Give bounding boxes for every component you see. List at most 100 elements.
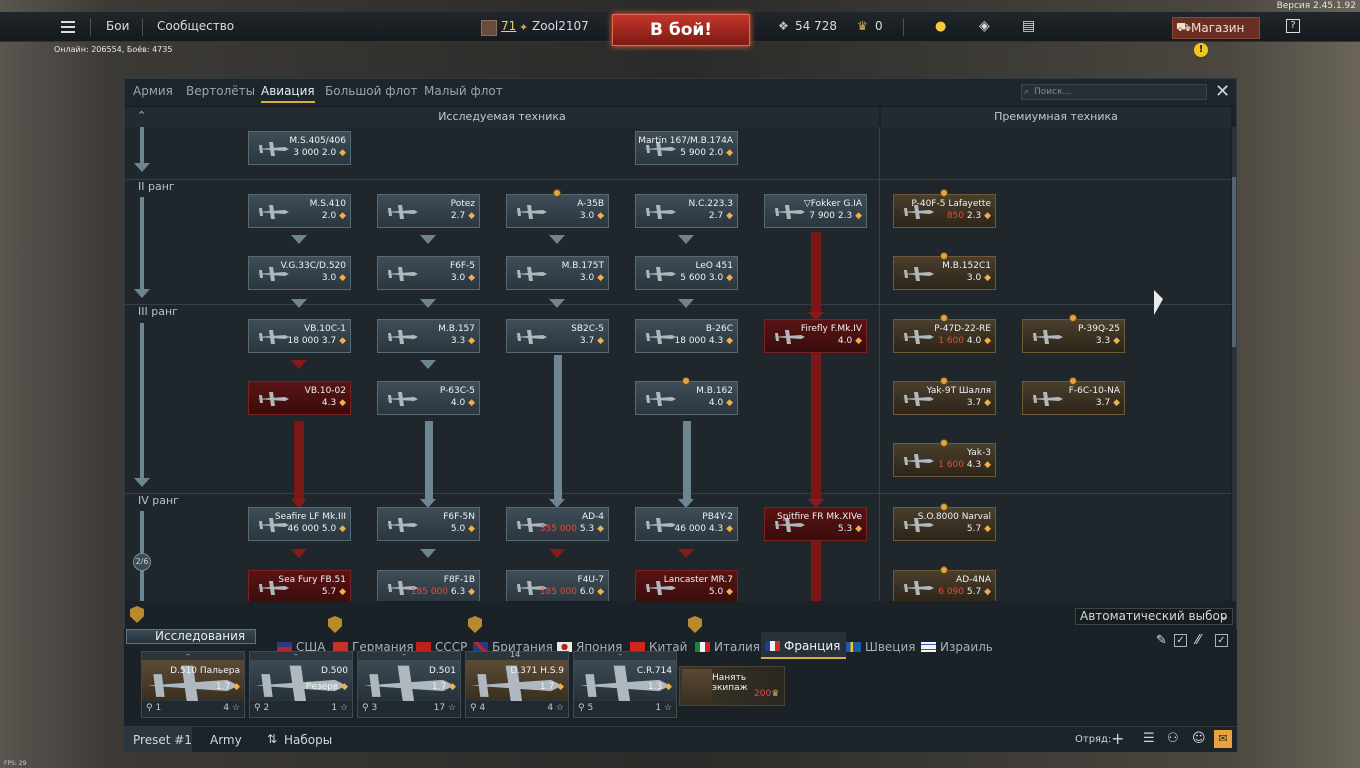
preset-army[interactable]: Army: [210, 733, 242, 747]
vehicle-card[interactable]: F4U-7 185 000 6.0 ◆: [506, 570, 609, 601]
collapse-all-icon[interactable]: ⌃: [137, 109, 146, 122]
vehicle-card[interactable]: Yak-3 1 600 4.3 ◆: [893, 443, 996, 477]
rank-4-label[interactable]: IV ранг: [138, 494, 179, 507]
crew-slot-3[interactable]: – D.501 1.7 ◆ ⚲ 3 17 ☆: [357, 650, 461, 718]
help-icon[interactable]: ?: [1286, 19, 1300, 33]
crew-slot-4[interactable]: 14 D.371 H.S.9 1.7 ◆ ⚲ 4 4 ☆: [465, 650, 569, 718]
wrench-icon[interactable]: ✎: [1156, 633, 1167, 648]
ammo-checkbox[interactable]: ✓: [1215, 634, 1228, 647]
vehicle-card[interactable]: ▽Fokker G.IA 7 900 2.3 ◆: [764, 194, 867, 228]
vehicle-card[interactable]: Firefly F.Mk.IV 4.0 ◆: [764, 319, 867, 353]
menu-icon[interactable]: [61, 21, 75, 33]
vehicle-name: PB4Y-2: [702, 512, 733, 522]
crew-number: ⚲ 1: [146, 703, 162, 713]
battle-rating: 4.3: [966, 460, 982, 470]
nation-israel[interactable]: Израиль: [921, 640, 993, 654]
crew-skill: 4 ☆: [223, 703, 240, 713]
nation-italy[interactable]: Италия: [695, 640, 760, 654]
vehicle-card[interactable]: F6F-5N 5.0 ◆: [377, 507, 480, 541]
research-toggle[interactable]: Исследования: [126, 629, 256, 644]
rank-diamond-icon: ◆: [855, 524, 862, 534]
tab-army[interactable]: Армия: [133, 84, 173, 98]
vehicle-card[interactable]: SB2C-5 3.7 ◆: [506, 319, 609, 353]
search-input[interactable]: ⌕ Поиск...: [1021, 84, 1207, 100]
lightbulb-icon[interactable]: ●: [935, 19, 946, 34]
vehicle-name: M.B.162: [696, 386, 733, 396]
slot-top-indicator: –: [186, 650, 190, 659]
vehicle-name: VB.10-02: [304, 386, 346, 396]
vehicle-card[interactable]: Sea Fury FB.51 5.7 ◆: [248, 570, 351, 601]
ammo-icon[interactable]: ⁄⁄: [1196, 633, 1200, 648]
vehicle-cost: 3 000: [293, 148, 319, 158]
plane-icon: [644, 267, 676, 281]
vehicle-card[interactable]: P-39Q-25 3.3 ◆: [1022, 319, 1125, 353]
sets-button[interactable]: Наборы: [284, 733, 332, 747]
nation-sweden[interactable]: Швеция: [846, 640, 915, 654]
tab-bluewater-fleet[interactable]: Большой флот: [325, 84, 418, 98]
vehicle-info: 46 000 5.0 ◆: [288, 524, 347, 534]
vehicle-card[interactable]: Seafire LF Mk.III 46 000 5.0 ◆: [248, 507, 351, 541]
list-icon[interactable]: ☰: [1143, 731, 1155, 746]
vehicle-card[interactable]: M.B.175T 3.0 ◆: [506, 256, 609, 290]
mail-icon[interactable]: ✉: [1214, 730, 1232, 748]
hire-crew-slot[interactable]: Нанять экипаж 200♛: [679, 666, 785, 706]
rank-3-label[interactable]: III ранг: [138, 305, 178, 318]
vehicle-card[interactable]: M.B.152C1 3.0 ◆: [893, 256, 996, 290]
chat-icon[interactable]: ☺: [1192, 731, 1206, 746]
vehicle-card[interactable]: Lancaster MR.7 5.0 ◆: [635, 570, 738, 601]
vehicle-card[interactable]: P-40F-5 Lafayette 850 2.3 ◆: [893, 194, 996, 228]
sort-icon[interactable]: ⇅: [267, 732, 277, 746]
vehicle-card[interactable]: AD-4NA 6 090 5.7 ◆: [893, 570, 996, 601]
vehicle-card[interactable]: Potez 2.7 ◆: [377, 194, 480, 228]
avatar[interactable]: [481, 20, 497, 36]
preset-1[interactable]: Preset #1: [133, 733, 192, 747]
vehicle-card[interactable]: Yak-9T Шалля 3.7 ◆: [893, 381, 996, 415]
battles-menu[interactable]: Бои: [106, 19, 129, 33]
crew-slot-1[interactable]: – D.510 Пальера 1.7 ◆ ⚲ 1 4 ☆: [141, 650, 245, 718]
tab-helicopters[interactable]: Вертолёты: [186, 84, 255, 98]
vehicle-card[interactable]: B-26C 18 000 4.3 ◆: [635, 319, 738, 353]
vehicle-card[interactable]: PB4Y-2 46 000 4.3 ◆: [635, 507, 738, 541]
vehicle-card[interactable]: V.G.33C/D.520 3.0 ◆: [248, 256, 351, 290]
nation-france[interactable]: Франция: [761, 632, 847, 659]
add-squad-icon[interactable]: +: [1111, 729, 1124, 748]
vehicle-card[interactable]: P-47D-22-RE 1 600 4.0 ◆: [893, 319, 996, 353]
player-nickname[interactable]: Zool2107: [532, 19, 589, 33]
vehicle-card[interactable]: Martin 167/M.B.174A 5 900 2.0 ◆: [635, 131, 738, 165]
rank-diamond-icon: ◆: [468, 273, 475, 283]
vehicle-name: P-47D-22-RE: [934, 324, 991, 334]
vehicle-card[interactable]: VB.10-02 4.3 ◆: [248, 381, 351, 415]
vehicle-card[interactable]: M.B.162 4.0 ◆: [635, 381, 738, 415]
diamond-icon[interactable]: ◈: [979, 18, 990, 34]
crew-slot-5[interactable]: – C.R.714 1.3 ◆ ⚲ 5 1 ☆: [573, 650, 677, 718]
vehicle-card[interactable]: VB.10C-1 18 000 3.7 ◆: [248, 319, 351, 353]
vehicle-card[interactable]: M.S.410 2.0 ◆: [248, 194, 351, 228]
friends-icon[interactable]: ⚇: [1167, 731, 1179, 746]
vehicle-card[interactable]: A-35B 3.0 ◆: [506, 194, 609, 228]
vehicle-card[interactable]: S.O.8000 Narval 5.7 ◆: [893, 507, 996, 541]
tab-coastal-fleet[interactable]: Малый флот: [424, 84, 503, 98]
battle-rating: 4.0: [837, 336, 853, 346]
crew-slot-2[interactable]: – D.500 Резерв ◆ ⚲ 2 1 ☆: [249, 650, 353, 718]
coupon-icon[interactable]: ▤: [1022, 18, 1035, 34]
vehicle-card[interactable]: M.S.405/406 3 000 2.0 ◆: [248, 131, 351, 165]
vehicle-card[interactable]: F6F-5 3.0 ◆: [377, 256, 480, 290]
vehicle-card[interactable]: LeO 451 5 600 3.0 ◆: [635, 256, 738, 290]
scrollbar[interactable]: [1232, 127, 1236, 601]
tab-aviation[interactable]: Авиация: [261, 84, 315, 103]
community-menu[interactable]: Сообщество: [157, 19, 234, 33]
to-battle-button[interactable]: В бой!: [612, 14, 750, 46]
vehicle-card[interactable]: Spitfire FR Mk.XIVe 5.3 ◆: [764, 507, 867, 541]
shop-button[interactable]: ⛟ Магазин!: [1172, 17, 1260, 57]
vehicle-card[interactable]: P-63C-5 4.0 ◆: [377, 381, 480, 415]
vehicle-card[interactable]: F-6C-10-NA 3.7 ◆: [1022, 381, 1125, 415]
close-icon[interactable]: ✕: [1215, 81, 1230, 102]
auto-select-dropdown[interactable]: Автоматический выбор ⌄: [1075, 608, 1233, 625]
repair-all-checkbox[interactable]: ✓: [1174, 634, 1187, 647]
vehicle-card[interactable]: AD-4 355 000 5.3 ◆: [506, 507, 609, 541]
rank-diamond-icon: ◆: [557, 682, 564, 692]
vehicle-card[interactable]: M.B.157 3.3 ◆: [377, 319, 480, 353]
vehicle-card[interactable]: F8F-1B 185 000 6.3 ◆: [377, 570, 480, 601]
rank-2-label[interactable]: II ранг: [138, 180, 175, 193]
vehicle-card[interactable]: N.C.223.3 2.7 ◆: [635, 194, 738, 228]
